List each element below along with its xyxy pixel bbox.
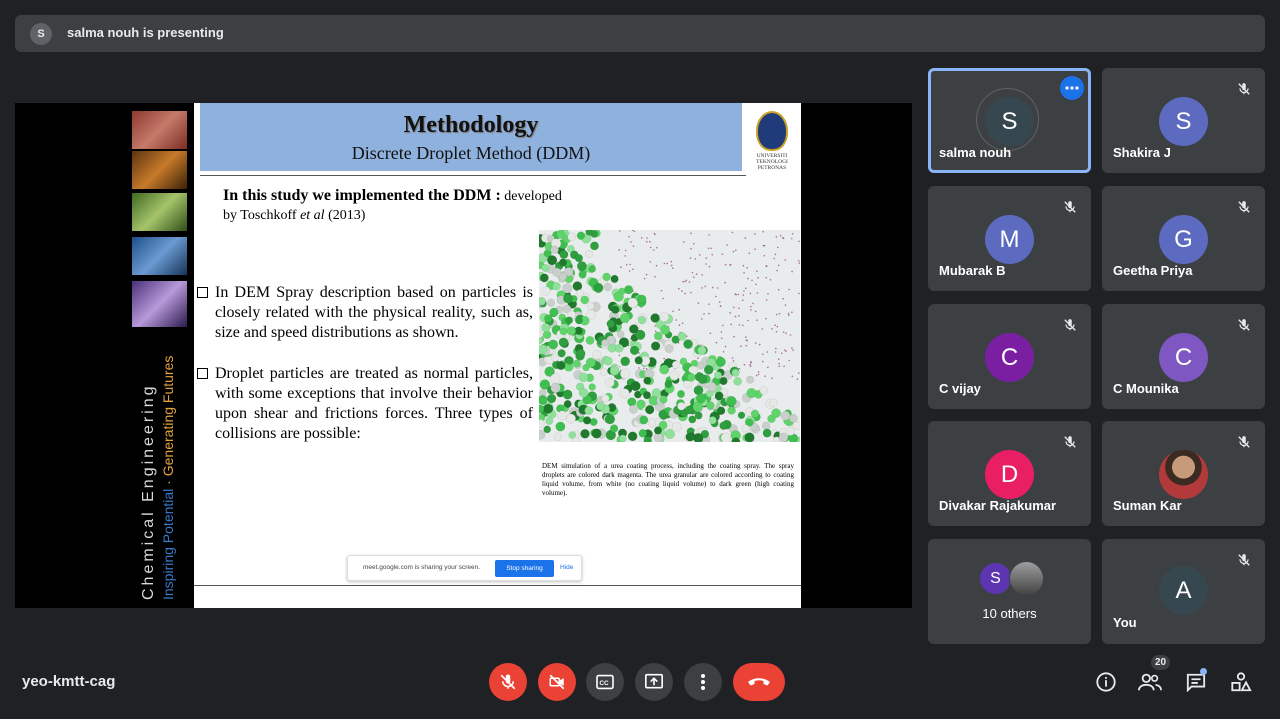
presenting-bar: S salma nouh is presenting	[15, 15, 1265, 52]
participant-name: Mubarak B	[939, 263, 1006, 278]
dem-simulation-image	[539, 230, 800, 442]
captions-icon: CC	[596, 674, 614, 690]
participant-tile-c-vijay[interactable]: C C vijay	[928, 304, 1091, 409]
camera-off-icon	[549, 674, 565, 690]
svg-text:CC: CC	[599, 680, 609, 687]
participant-avatar: A	[1159, 566, 1208, 615]
slide-divider	[200, 175, 746, 176]
people-button[interactable]	[1137, 669, 1163, 695]
meeting-details-button[interactable]	[1093, 669, 1119, 695]
side-caption-line1: Chemical Engineering	[140, 383, 157, 600]
screen-share-toast: meet.google.com is sharing your screen. …	[347, 555, 582, 581]
participant-photo-avatar	[1009, 561, 1044, 596]
slide-intro: In this study we implemented the DDM : d…	[223, 187, 562, 223]
chat-icon	[1186, 673, 1206, 692]
participant-name: You	[1113, 615, 1137, 630]
mic-off-icon	[1059, 431, 1081, 453]
side-caption-a: Inspiring Potential	[160, 488, 176, 600]
side-caption-b: Generating Futures	[160, 355, 176, 477]
simulation-caption: DEM simulation of a urea coating process…	[542, 462, 794, 497]
share-toast-message: meet.google.com is sharing your screen.	[363, 564, 481, 571]
slide-photo	[132, 237, 187, 275]
people-icon	[1138, 673, 1162, 691]
participant-avatar: G	[1159, 215, 1208, 264]
presenting-text: salma nouh is presenting	[67, 25, 224, 40]
side-caption-sep: ·	[160, 476, 176, 489]
participant-avatar: S	[985, 97, 1034, 146]
participant-name: Geetha Priya	[1113, 263, 1193, 278]
participant-avatar: S	[1159, 97, 1208, 146]
chat-unread-dot	[1200, 668, 1207, 675]
mic-off-icon	[1233, 196, 1255, 218]
activities-button[interactable]	[1228, 669, 1254, 695]
slide-photo	[132, 151, 187, 189]
participant-tile-geetha-priya[interactable]: G Geetha Priya	[1102, 186, 1265, 291]
participant-tile-c-mounika[interactable]: C C Mounika	[1102, 304, 1265, 409]
mic-off-icon	[500, 674, 516, 690]
present-now-button[interactable]	[635, 663, 673, 701]
dem-simulation-graphic	[539, 230, 800, 442]
slide-title-banner: Methodology Discrete Droplet Method (DDM…	[200, 103, 742, 171]
participant-name: salma nouh	[939, 145, 1012, 160]
activities-icon	[1231, 672, 1252, 692]
participant-avatar: D	[985, 450, 1034, 499]
slide-side-caption: Chemical Engineering Inspiring Potential…	[140, 355, 176, 600]
participant-photo-avatar	[1159, 450, 1208, 499]
slide-photo	[132, 193, 187, 231]
participant-avatar: C	[1159, 333, 1208, 382]
stop-sharing-button[interactable]: Stop sharing	[495, 560, 554, 577]
participant-avatar: M	[985, 215, 1034, 264]
camera-toggle-button[interactable]	[538, 663, 576, 701]
mic-off-icon	[1233, 78, 1255, 100]
participant-tile-suman-kar[interactable]: Suman Kar	[1102, 421, 1265, 526]
mic-off-icon	[1059, 314, 1081, 336]
participant-name: Shakira J	[1113, 145, 1171, 160]
info-icon	[1096, 672, 1116, 692]
slide-bottom-line	[194, 585, 801, 586]
mic-off-icon	[1233, 549, 1255, 571]
captions-button[interactable]: CC	[586, 663, 624, 701]
participant-tile-you[interactable]: A You	[1102, 539, 1265, 644]
participant-avatar: S	[980, 563, 1011, 594]
participant-tile-others[interactable]: S 10 others	[928, 539, 1091, 644]
slide-photo	[132, 111, 187, 149]
participant-avatar: C	[985, 333, 1034, 382]
side-caption-line2: Inspiring Potential · Generating Futures	[160, 355, 176, 600]
mic-off-icon	[1233, 314, 1255, 336]
slide-bullet-1: In DEM Spray description based on partic…	[197, 283, 533, 343]
mic-off-icon	[1233, 431, 1255, 453]
mic-off-icon	[1059, 196, 1081, 218]
call-end-icon	[748, 678, 770, 686]
participant-tile-mubarak-b[interactable]: M Mubarak B	[928, 186, 1091, 291]
participant-name: C Mounika	[1113, 381, 1179, 396]
participant-name: Suman Kar	[1113, 498, 1182, 513]
hide-toast-link[interactable]: Hide	[560, 564, 573, 571]
slide-subtitle: Discrete Droplet Method (DDM)	[351, 143, 591, 163]
presentation-slide: Methodology Discrete Droplet Method (DDM…	[194, 103, 801, 608]
logo-text: UNIVERSITI TEKNOLOGI PETRONAS	[756, 153, 788, 171]
participant-name: Divakar Rajakumar	[939, 498, 1057, 513]
more-options-button[interactable]	[684, 663, 722, 701]
university-logo: UNIVERSITI TEKNOLOGI PETRONAS	[752, 111, 792, 181]
slide-photo	[132, 281, 187, 327]
others-count-label: 10 others	[982, 606, 1037, 621]
slide-bullet-2: Droplet particles are treated as normal …	[197, 364, 533, 444]
mic-toggle-button[interactable]	[489, 663, 527, 701]
participant-name: C vijay	[939, 381, 981, 396]
participant-tile-shakira-j[interactable]: S Shakira J	[1102, 68, 1265, 173]
slide-title: Methodology	[403, 112, 539, 138]
present-screen-icon	[645, 673, 663, 689]
participant-count-badge: 20	[1151, 655, 1170, 670]
more-vert-icon	[701, 674, 705, 690]
participant-tile-divakar-rajakumar[interactable]: D Divakar Rajakumar	[928, 421, 1091, 526]
participant-tile-salma-nouh[interactable]: S salma nouh	[928, 68, 1091, 173]
meeting-code: yeo-kmtt-cag	[22, 673, 116, 690]
checkbox-bullet-icon	[197, 287, 208, 298]
checkbox-bullet-icon	[197, 368, 208, 379]
more-horiz-icon[interactable]	[1060, 76, 1084, 100]
leave-call-button[interactable]	[733, 663, 785, 701]
university-seal-icon	[756, 111, 788, 151]
presenter-avatar: S	[30, 23, 52, 45]
